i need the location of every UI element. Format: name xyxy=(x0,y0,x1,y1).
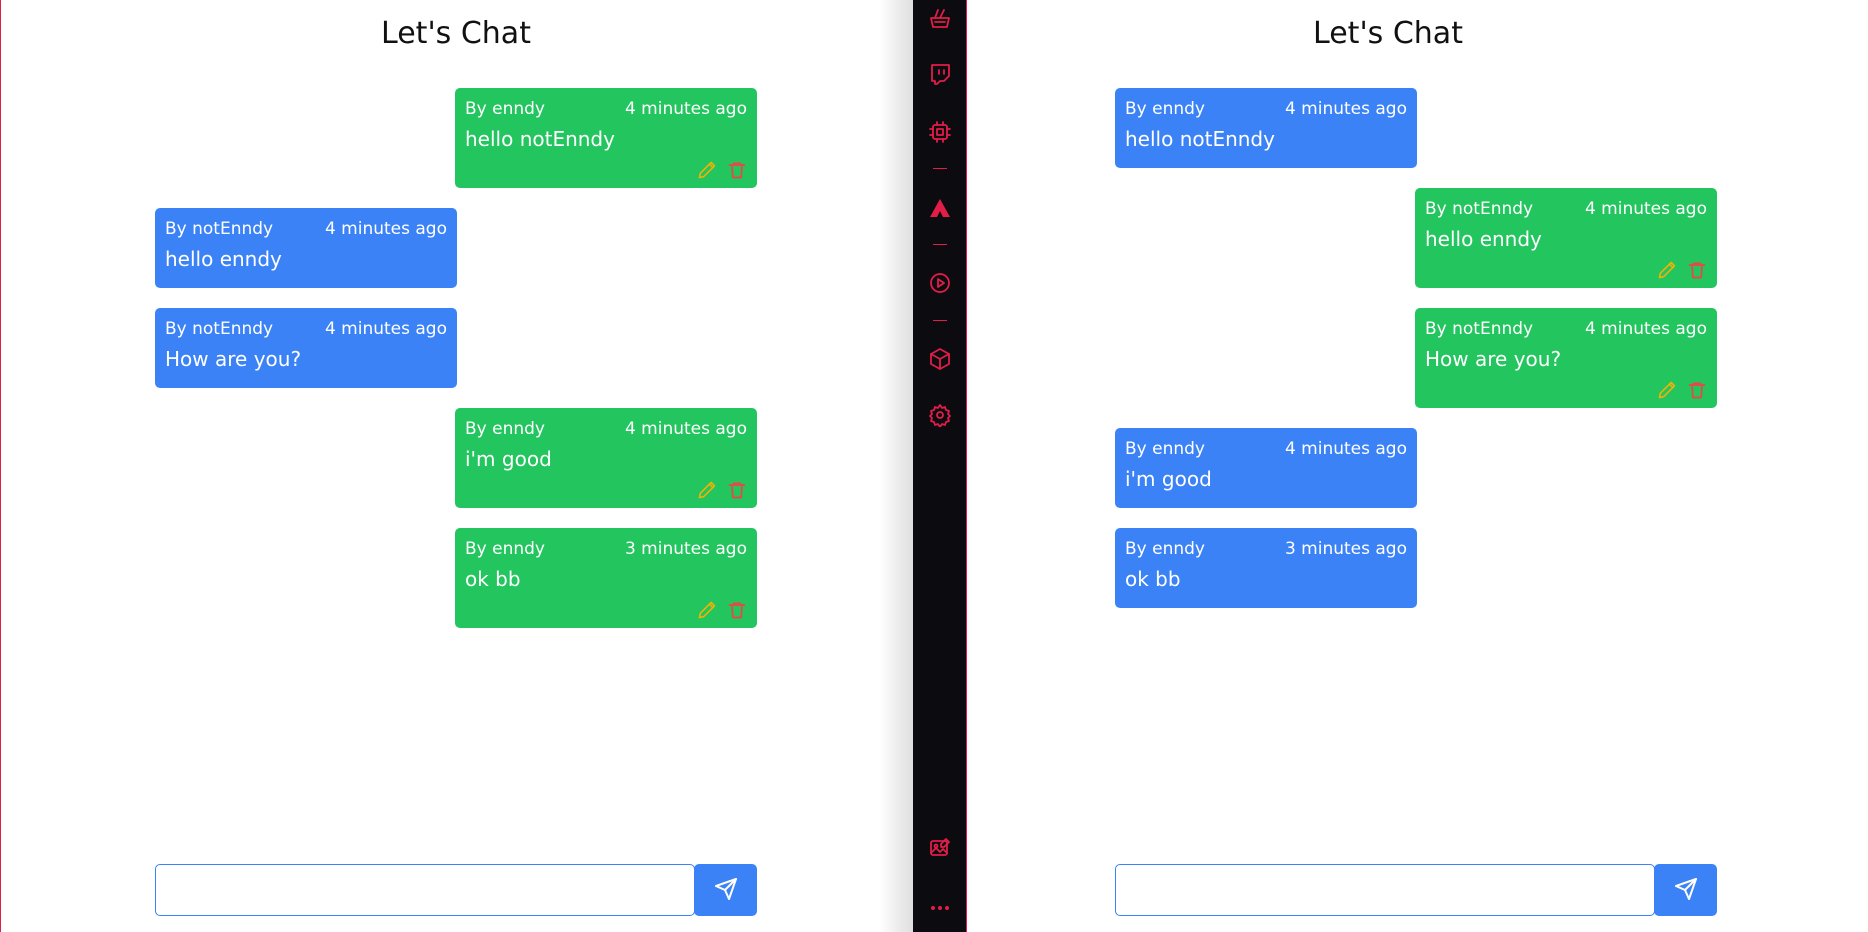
pencil-icon[interactable] xyxy=(697,600,717,620)
pencil-icon[interactable] xyxy=(697,160,717,180)
send-button[interactable] xyxy=(1654,864,1717,916)
message-other: By enndy 3 minutes ago ok bb xyxy=(1115,528,1417,608)
message-author: By enndy xyxy=(465,419,545,439)
play-circle-icon[interactable] xyxy=(928,271,952,295)
message-text: How are you? xyxy=(1425,347,1562,371)
message-text: i'm good xyxy=(1125,467,1212,491)
message-time: 4 minutes ago xyxy=(624,99,747,119)
send-button[interactable] xyxy=(694,864,757,916)
dock-divider xyxy=(933,244,947,245)
message-text: hello notEnndy xyxy=(1125,127,1275,151)
twitch-icon[interactable] xyxy=(928,62,952,86)
message-author: By enndy xyxy=(1125,439,1205,459)
more-dots-icon[interactable] xyxy=(928,896,952,920)
message-time: 3 minutes ago xyxy=(624,539,747,559)
message-text: ok bb xyxy=(465,567,521,591)
dock-divider xyxy=(933,168,947,169)
message-author: By enndy xyxy=(465,539,545,559)
dock-divider xyxy=(933,320,947,321)
message-time: 3 minutes ago xyxy=(1284,539,1407,559)
message-input[interactable] xyxy=(155,864,695,916)
message-time: 4 minutes ago xyxy=(1284,99,1407,119)
message-own: By enndy 3 minutes ago ok bb xyxy=(455,528,757,628)
message-text: How are you? xyxy=(165,347,302,371)
cpu-chip-icon[interactable] xyxy=(928,120,952,144)
message-time: 4 minutes ago xyxy=(324,219,447,239)
message-input[interactable] xyxy=(1115,864,1655,916)
trash-icon[interactable] xyxy=(727,600,747,620)
message-other: By notEnndy 4 minutes ago How are you? xyxy=(155,308,457,388)
message-author: By enndy xyxy=(465,99,545,119)
message-time: 4 minutes ago xyxy=(624,419,747,439)
message-author: By notEnndy xyxy=(165,319,274,339)
side-dock xyxy=(913,0,967,932)
message-own: By enndy 4 minutes ago i'm good xyxy=(455,408,757,508)
message-text: hello notEnndy xyxy=(465,127,615,151)
message-own: By enndy 4 minutes ago hello notEnndy xyxy=(455,88,757,188)
right-chat-window: Let's Chat By enndy 4 minutes ago hello n… xyxy=(967,0,1868,932)
message-text: i'm good xyxy=(465,447,552,471)
message-text: hello enndy xyxy=(1425,227,1542,251)
message-time: 4 minutes ago xyxy=(1584,199,1707,219)
send-icon xyxy=(1674,877,1698,904)
message-other: By enndy 4 minutes ago i'm good xyxy=(1115,428,1417,508)
message-text: hello enndy xyxy=(165,247,282,271)
page-title: Let's Chat xyxy=(381,16,531,51)
message-own: By notEnndy 4 minutes ago How are you? xyxy=(1415,308,1717,408)
message-other: By notEnndy 4 minutes ago hello enndy xyxy=(155,208,457,288)
pencil-icon[interactable] xyxy=(697,480,717,500)
gear-icon[interactable] xyxy=(928,403,952,428)
triangle-logo-icon[interactable] xyxy=(928,196,952,220)
trash-icon[interactable] xyxy=(1687,380,1707,400)
image-edit-icon[interactable] xyxy=(928,836,952,860)
message-other: By enndy 4 minutes ago hello notEnndy xyxy=(1115,88,1417,168)
trash-icon[interactable] xyxy=(727,480,747,500)
page-title: Let's Chat xyxy=(1313,16,1463,51)
trash-icon[interactable] xyxy=(1687,260,1707,280)
basket-icon[interactable] xyxy=(928,6,952,30)
trash-icon[interactable] xyxy=(727,160,747,180)
message-time: 4 minutes ago xyxy=(1584,319,1707,339)
message-text: ok bb xyxy=(1125,567,1181,591)
message-author: By notEnndy xyxy=(1425,199,1534,219)
message-author: By enndy xyxy=(1125,539,1205,559)
message-own: By notEnndy 4 minutes ago hello enndy xyxy=(1415,188,1717,288)
send-icon xyxy=(714,877,738,904)
left-chat-window: Let's Chat By enndy 4 minutes ago hello n… xyxy=(1,0,913,932)
message-time: 4 minutes ago xyxy=(324,319,447,339)
pencil-icon[interactable] xyxy=(1657,260,1677,280)
message-time: 4 minutes ago xyxy=(1284,439,1407,459)
message-author: By notEnndy xyxy=(165,219,274,239)
cube-icon[interactable] xyxy=(928,347,952,371)
pencil-icon[interactable] xyxy=(1657,380,1677,400)
message-author: By notEnndy xyxy=(1425,319,1534,339)
message-author: By enndy xyxy=(1125,99,1205,119)
